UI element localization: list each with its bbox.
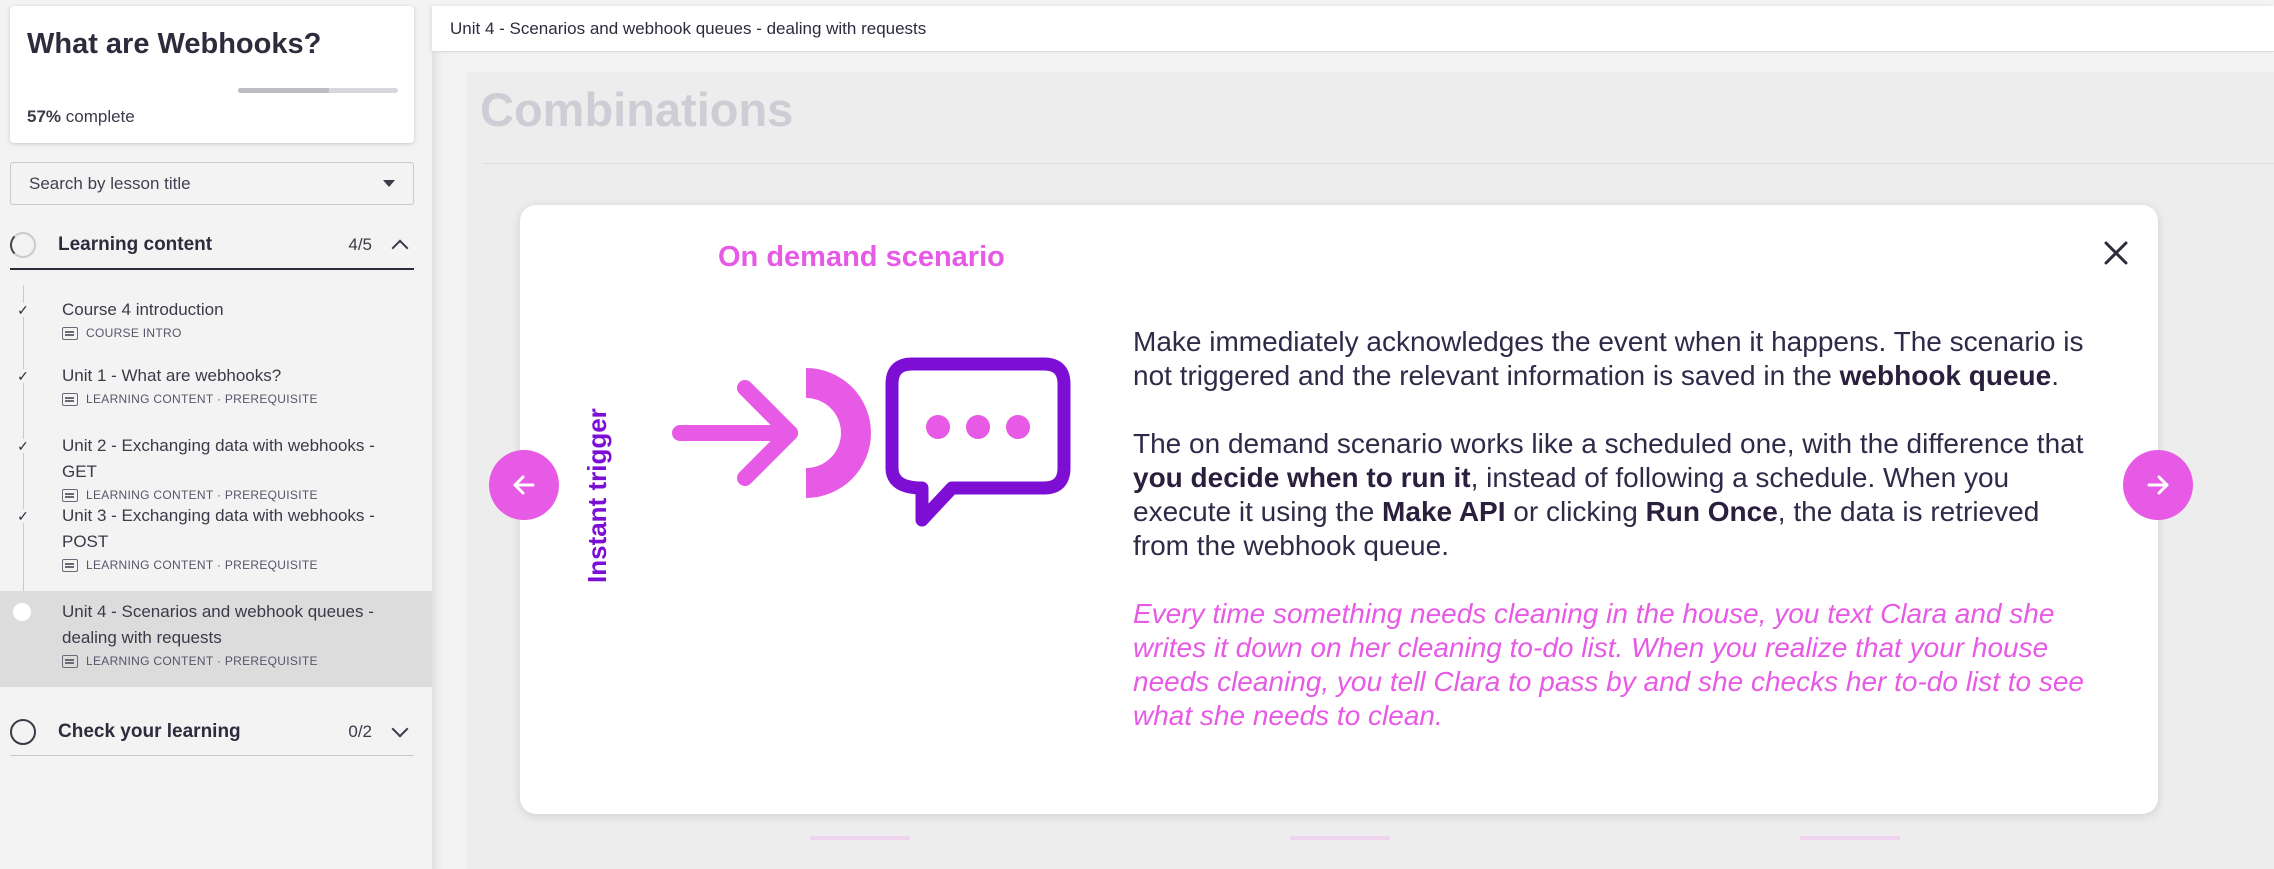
check-icon: ✓: [16, 368, 30, 384]
section-count: 4/5: [348, 235, 372, 254]
emphasis-webhook-queue: webhook queue: [1839, 360, 2052, 391]
modal-heading: On demand scenario: [718, 241, 1005, 273]
lesson-item-course-intro[interactable]: ✓ Course 4 introduction COURSE INTRO: [0, 285, 432, 355]
lesson-title: Course 4 introduction: [62, 300, 224, 319]
section-check-your-learning[interactable]: Check your learning 0/2: [10, 708, 414, 756]
lesson-title: Unit 3 - Exchanging data with webhooks -…: [62, 506, 375, 551]
section-name: Learning content: [58, 234, 213, 255]
progress-suffix: complete: [61, 107, 135, 126]
arrow-right-icon: [2147, 475, 2169, 495]
arrow-left-icon: [513, 475, 535, 495]
lesson-meta: LEARNING CONTENT · PREREQUISITE: [62, 392, 432, 406]
course-card: What are Webhooks? 57% complete: [10, 6, 414, 143]
lesson-meta: LEARNING CONTENT · PREREQUISITE: [62, 654, 432, 668]
progress-ring-icon: [10, 232, 36, 258]
course-title: What are Webhooks?: [27, 28, 322, 60]
lesson-item-unit-1[interactable]: ✓ Unit 1 - What are webhooks? LEARNING C…: [0, 355, 432, 425]
divider-shadow: [432, 52, 442, 869]
page-title: Combinations: [480, 83, 794, 136]
lesson-search-label: Search by lesson title: [29, 173, 191, 193]
chat-bubble-icon: [885, 357, 1071, 527]
instant-trigger-illustration: [670, 350, 1090, 555]
text-span: or clicking: [1505, 496, 1646, 527]
text-span: .: [2051, 360, 2060, 391]
progress-ring-icon: [10, 718, 36, 745]
course-sidebar: What are Webhooks? 57% complete Search b…: [0, 0, 432, 869]
lesson-topbar-title: Unit 4 - Scenarios and webhook queues - …: [450, 18, 927, 38]
lesson-search-select[interactable]: Search by lesson title: [10, 162, 414, 205]
lesson-topbar: Unit 4 - Scenarios and webhook queues - …: [432, 6, 2274, 52]
section-learning-content[interactable]: Learning content 4/5: [10, 222, 414, 270]
progress-percent: 57%: [27, 107, 62, 126]
paragraph-1: Make immediately acknowledges the event …: [1133, 325, 2093, 393]
lesson-meta-text: LEARNING CONTENT · PREREQUISITE: [86, 558, 318, 572]
paragraph-2: The on demand scenario works like a sche…: [1133, 427, 2093, 563]
lesson-title: Unit 2 - Exchanging data with webhooks -…: [62, 436, 375, 481]
check-icon: ✓: [16, 302, 30, 318]
lesson-list: ✓ Course 4 introduction COURSE INTRO ✓ U…: [0, 285, 432, 687]
section-name: Check your learning: [58, 720, 241, 742]
analogy-paragraph: Every time something needs cleaning in t…: [1133, 598, 2084, 731]
lesson-track: [23, 425, 24, 495]
progress-text: 57% complete: [27, 107, 135, 127]
lesson-meta-text: COURSE INTRO: [86, 326, 182, 340]
lesson-track: [23, 355, 24, 425]
chevron-down-icon: [391, 720, 409, 737]
current-lesson-dot: [13, 603, 31, 621]
check-icon: ✓: [16, 508, 30, 524]
caret-down-icon: [383, 180, 395, 187]
presentation-icon: [62, 558, 78, 572]
lesson-item-unit-2[interactable]: ✓ Unit 2 - Exchanging data with webhooks…: [0, 425, 432, 502]
presentation-icon: [62, 392, 78, 406]
lesson-title: Unit 1 - What are webhooks?: [62, 366, 282, 385]
previous-button[interactable]: [489, 450, 559, 520]
progress-bar: [238, 88, 398, 93]
emphasis-run-once: Run Once: [1645, 496, 1778, 527]
close-icon: [2104, 241, 2128, 265]
next-button[interactable]: [2123, 450, 2193, 520]
close-button[interactable]: [2098, 235, 2134, 271]
instant-trigger-icon: [672, 357, 1071, 527]
text-span: The on demand scenario works like a sche…: [1133, 428, 2084, 459]
progress-bar-fill: [238, 88, 330, 93]
emphasis-make-api: Make API: [1382, 496, 1506, 527]
instant-trigger-label: Instant trigger: [582, 408, 612, 583]
lesson-item-unit-3[interactable]: ✓ Unit 3 - Exchanging data with webhooks…: [0, 495, 432, 591]
lesson-meta: COURSE INTRO: [62, 326, 432, 340]
scenario-modal: On demand scenario Instant trigger Make …: [520, 205, 2158, 814]
lesson-meta-text: LEARNING CONTENT · PREREQUISITE: [86, 654, 318, 668]
modal-body-text: Make immediately acknowledges the event …: [1133, 325, 2093, 767]
lesson-meta-text: LEARNING CONTENT · PREREQUISITE: [86, 392, 318, 406]
chevron-up-icon: [391, 239, 409, 257]
lesson-meta: LEARNING CONTENT · PREREQUISITE: [62, 558, 432, 572]
emphasis-decide: you decide when to run it: [1133, 462, 1471, 493]
presentation-icon: [62, 654, 78, 668]
document-icon: [62, 326, 78, 340]
title-divider: [483, 163, 2274, 164]
lesson-title: Unit 4 - Scenarios and webhook queues - …: [62, 602, 374, 647]
check-icon: ✓: [16, 438, 30, 454]
lesson-track: [23, 285, 24, 355]
section-count: 0/2: [348, 721, 372, 741]
lesson-item-unit-4[interactable]: Unit 4 - Scenarios and webhook queues - …: [0, 591, 432, 687]
